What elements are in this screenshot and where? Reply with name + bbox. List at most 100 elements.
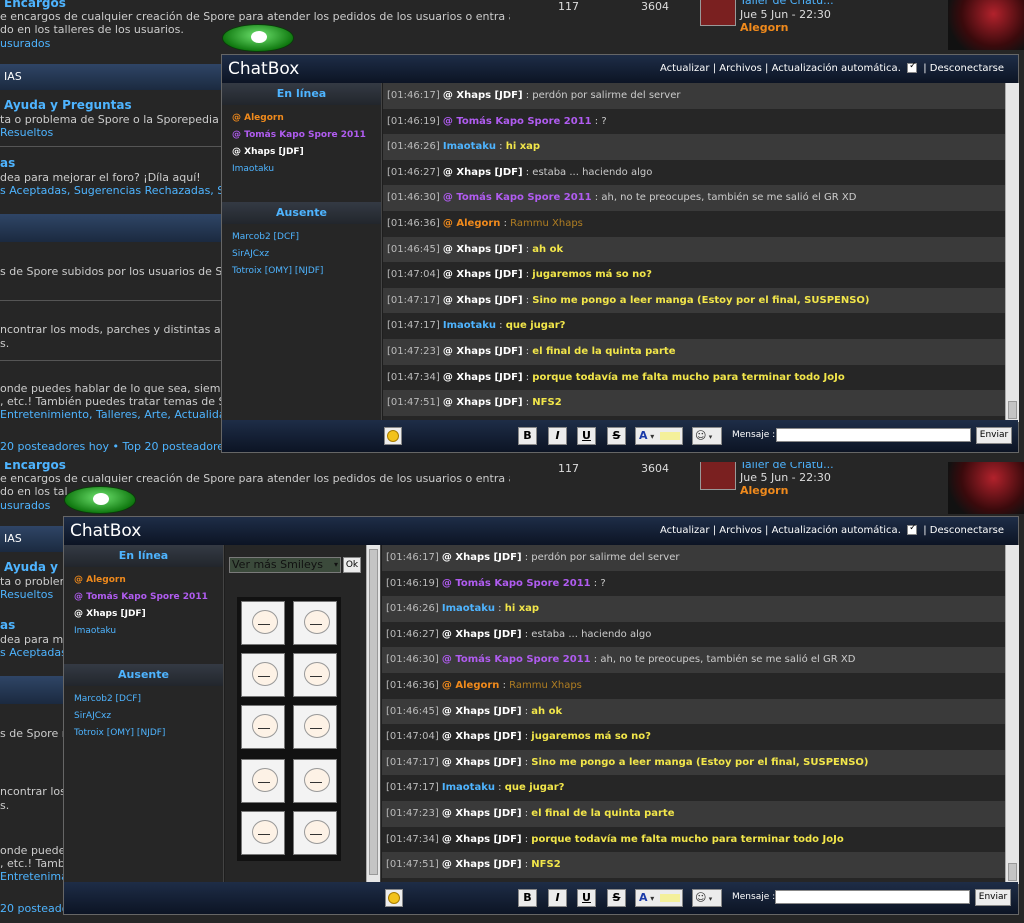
text-color-button[interactable]: A ▾ bbox=[635, 427, 683, 445]
away-user[interactable]: SirAJCxz bbox=[222, 246, 381, 263]
message-input[interactable] bbox=[775, 890, 970, 904]
disconnect-link[interactable]: | Desconectarse bbox=[923, 63, 1004, 74]
emoticon-dropdown[interactable]: ☺ ▾ bbox=[692, 427, 722, 445]
text-color-button[interactable]: A ▾ bbox=[635, 889, 683, 907]
emoticon-dropdown[interactable]: ☺ ▾ bbox=[692, 889, 722, 907]
message-user[interactable]: @ Tomás Kapo Spore 2011 bbox=[443, 192, 592, 203]
online-user[interactable]: @ Tomás Kapo Spore 2011 bbox=[64, 589, 223, 606]
underline-button[interactable]: U bbox=[577, 427, 596, 445]
smileys-button[interactable] bbox=[384, 427, 402, 445]
online-user[interactable]: @ Tomás Kapo Spore 2011 bbox=[222, 127, 381, 144]
message-user[interactable]: @ Xhaps [JDF] bbox=[443, 167, 523, 178]
smiley-face-icon[interactable] bbox=[293, 601, 337, 645]
smiley-face-icon[interactable] bbox=[241, 653, 285, 697]
chatbox-actions-links[interactable]: Actualizar | Archivos | Actualización au… bbox=[660, 63, 901, 74]
avatar[interactable] bbox=[700, 462, 736, 490]
message-user[interactable]: @ Xhaps [JDF] bbox=[443, 295, 523, 306]
message-user[interactable]: @ Alegorn bbox=[443, 218, 501, 229]
message-user[interactable]: @ Xhaps [JDF] bbox=[443, 346, 523, 357]
forum-ayuda-sub[interactable]: Resueltos bbox=[0, 126, 235, 140]
scrollbar-thumb[interactable] bbox=[369, 549, 378, 875]
message-user[interactable]: @ Xhaps [JDF] bbox=[443, 372, 523, 383]
scrollbar-thumb[interactable] bbox=[1008, 863, 1017, 881]
autoupdate-checkbox[interactable] bbox=[907, 61, 918, 73]
send-button[interactable]: Enviar bbox=[975, 889, 1011, 906]
smileys-select[interactable]: Ver más Smileys ▾ bbox=[229, 557, 341, 573]
bottom-stats[interactable]: 20 posteadores hoy • Top 20 posteadores … bbox=[0, 440, 247, 453]
message-user[interactable]: @ Xhaps [JDF] bbox=[442, 808, 522, 819]
forum-sugerencias-title[interactable]: as bbox=[0, 156, 235, 170]
forum-encargos-title[interactable]: Encargos bbox=[0, 462, 235, 472]
message-user[interactable]: @ Tomás Kapo Spore 2011 bbox=[443, 116, 592, 127]
messages-scrollbar[interactable] bbox=[1005, 83, 1019, 422]
chatbox-actions-links[interactable]: Actualizar | Archivos | Actualización au… bbox=[660, 525, 901, 536]
away-user[interactable]: Totroix [OMY] [NJDF] bbox=[64, 725, 223, 742]
forum-encargos-sub[interactable]: usurados bbox=[0, 37, 235, 51]
smiley-face-icon[interactable] bbox=[293, 653, 337, 697]
forum-off-subs[interactable]: Entretenimiento, Talleres, Arte, Actuali… bbox=[0, 408, 235, 422]
message-user[interactable]: @ Xhaps [JDF] bbox=[443, 90, 523, 101]
message-user[interactable]: @ Tomás Kapo Spore 2011 bbox=[442, 654, 591, 665]
message-user[interactable]: @ Xhaps [JDF] bbox=[442, 706, 522, 717]
message-user[interactable]: @ Xhaps [JDF] bbox=[443, 269, 523, 280]
strike-button[interactable]: S bbox=[607, 427, 626, 445]
message-user[interactable]: Imaotaku bbox=[443, 320, 496, 331]
messages-scrollbar[interactable] bbox=[1005, 545, 1019, 884]
underline-button[interactable]: U bbox=[577, 889, 596, 907]
italic-button[interactable]: I bbox=[548, 427, 567, 445]
bottom-stats[interactable]: 20 posteado bbox=[0, 902, 68, 915]
smiley-face-icon[interactable] bbox=[241, 705, 285, 749]
forum-ayuda-title[interactable]: Ayuda y Preguntas bbox=[0, 98, 235, 112]
autoupdate-checkbox[interactable] bbox=[907, 523, 918, 535]
message-user[interactable]: @ Alegorn bbox=[442, 680, 500, 691]
online-user[interactable]: Imaotaku bbox=[64, 623, 223, 640]
message-user[interactable]: @ Xhaps [JDF] bbox=[443, 397, 523, 408]
away-user[interactable]: SirAJCxz bbox=[64, 708, 223, 725]
smiley-face-icon[interactable] bbox=[241, 811, 285, 855]
send-button[interactable]: Enviar bbox=[976, 427, 1012, 444]
forum-sugerencias-subs[interactable]: s Aceptadas, Sugerencias Rechazadas, Su bbox=[0, 184, 235, 198]
chatbox-toggle-button[interactable] bbox=[64, 486, 136, 514]
message-user[interactable]: @ Tomás Kapo Spore 2011 bbox=[442, 578, 591, 589]
bold-button[interactable]: B bbox=[518, 427, 537, 445]
bold-button[interactable]: B bbox=[518, 889, 537, 907]
last-topic[interactable]: Taller de Criatu... bbox=[740, 462, 834, 471]
message-user[interactable]: @ Xhaps [JDF] bbox=[442, 629, 522, 640]
forum-encargos-title[interactable]: Encargos bbox=[0, 0, 235, 10]
away-user[interactable]: Marcob2 [DCF] bbox=[64, 691, 223, 708]
last-user[interactable]: Alegorn bbox=[740, 21, 788, 34]
smiley-face-icon[interactable] bbox=[293, 811, 337, 855]
scrollbar-thumb[interactable] bbox=[1008, 401, 1017, 419]
chatbox-toggle-button[interactable] bbox=[222, 24, 294, 52]
online-user[interactable]: @ Alegorn bbox=[64, 572, 223, 589]
message-user[interactable]: @ Xhaps [JDF] bbox=[442, 834, 522, 845]
online-user[interactable]: @ Xhaps [JDF] bbox=[222, 144, 381, 161]
message-user[interactable]: @ Xhaps [JDF] bbox=[442, 757, 522, 768]
smiley-face-icon[interactable] bbox=[293, 705, 337, 749]
last-user[interactable]: Alegorn bbox=[740, 484, 788, 497]
smiley-face-icon[interactable] bbox=[241, 601, 285, 645]
message-input[interactable] bbox=[776, 428, 971, 442]
smileys-ok-button[interactable]: Ok bbox=[343, 557, 361, 573]
italic-button[interactable]: I bbox=[548, 889, 567, 907]
message-user[interactable]: Imaotaku bbox=[442, 782, 495, 793]
message-user[interactable]: @ Xhaps [JDF] bbox=[442, 859, 522, 870]
online-user[interactable]: @ Alegorn bbox=[222, 110, 381, 127]
online-user[interactable]: @ Xhaps [JDF] bbox=[64, 606, 223, 623]
message-user[interactable]: @ Xhaps [JDF] bbox=[442, 731, 522, 742]
message-user[interactable]: Imaotaku bbox=[443, 141, 496, 152]
last-topic[interactable]: Taller de Criatu... bbox=[740, 0, 834, 7]
strike-button[interactable]: S bbox=[607, 889, 626, 907]
smiley-face-icon[interactable] bbox=[293, 759, 337, 803]
message-user[interactable]: @ Xhaps [JDF] bbox=[442, 552, 522, 563]
away-user[interactable]: Totroix [OMY] [NJDF] bbox=[222, 263, 381, 280]
away-user[interactable]: Marcob2 [DCF] bbox=[222, 229, 381, 246]
message-user[interactable]: Imaotaku bbox=[442, 603, 495, 614]
smileys-button[interactable] bbox=[385, 889, 403, 907]
disconnect-link[interactable]: | Desconectarse bbox=[923, 525, 1004, 536]
smileys-scrollbar[interactable] bbox=[366, 545, 380, 884]
smiley-face-icon[interactable] bbox=[241, 759, 285, 803]
avatar[interactable] bbox=[700, 0, 736, 26]
message-user[interactable]: @ Xhaps [JDF] bbox=[443, 244, 523, 255]
online-user[interactable]: Imaotaku bbox=[222, 161, 381, 178]
